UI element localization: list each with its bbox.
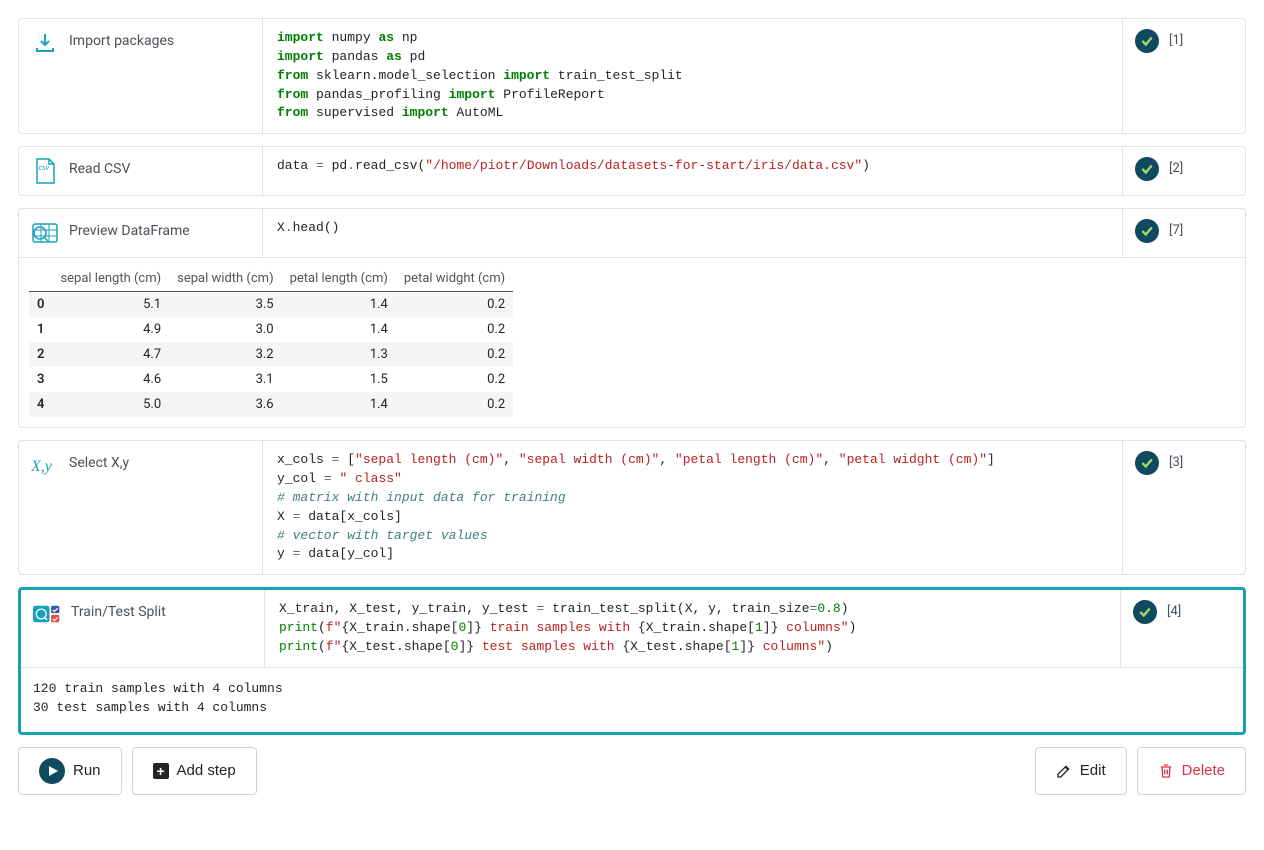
toolbar: Run + Add step Edit Delete <box>18 747 1246 795</box>
cell-title: Preview DataFrame <box>69 219 190 239</box>
add-step-button[interactable]: + Add step <box>132 747 257 795</box>
cell-header: X,y Select X,y <box>19 441 263 574</box>
edit-icon <box>1056 763 1072 779</box>
output-text: 120 train samples with 4 columns 30 test… <box>21 667 1243 732</box>
cell-readcsv[interactable]: csv Read CSV data = pd.read_csv("/home/p… <box>18 146 1246 196</box>
delete-button[interactable]: Delete <box>1137 747 1246 795</box>
plus-icon: + <box>153 763 169 779</box>
cell-import[interactable]: Import packages import numpy as np impor… <box>18 18 1246 134</box>
xy-icon: X,y <box>31 451 59 479</box>
table-row: 45.03.61.40.2 <box>29 392 513 417</box>
table-row: 24.73.21.30.2 <box>29 342 513 367</box>
column-header: petal length (cm) <box>282 266 396 292</box>
code-area[interactable]: data = pd.read_csv("/home/piotr/Download… <box>263 147 1123 195</box>
cell-status: [1] <box>1123 19 1245 133</box>
exec-count: [7] <box>1169 219 1183 238</box>
cell-status: [7] <box>1123 209 1245 257</box>
check-icon <box>1133 600 1157 624</box>
table-row: 34.63.11.50.2 <box>29 367 513 392</box>
cell-block-preview: Preview DataFrame X.head() [7] sepal len… <box>18 208 1246 428</box>
run-button[interactable]: Run <box>18 747 122 795</box>
cell-header: Train/Test Split <box>21 590 265 667</box>
table-row: 14.93.01.40.2 <box>29 317 513 342</box>
cell-title: Read CSV <box>69 157 130 177</box>
check-icon <box>1135 219 1159 243</box>
column-header <box>29 266 52 292</box>
cell-split[interactable]: Train/Test Split X_train, X_test, y_trai… <box>21 590 1243 667</box>
cell-status: [4] <box>1121 590 1243 667</box>
cell-status: [3] <box>1123 441 1245 574</box>
exec-count: [1] <box>1169 29 1183 48</box>
output-dataframe: sepal length (cm)sepal width (cm)petal l… <box>18 258 1246 428</box>
table-row: 05.13.51.40.2 <box>29 292 513 318</box>
dataframe-table: sepal length (cm)sepal width (cm)petal l… <box>29 266 513 417</box>
cell-header: csv Read CSV <box>19 147 263 195</box>
edit-button[interactable]: Edit <box>1035 747 1127 795</box>
exec-count: [2] <box>1169 157 1183 176</box>
column-header: petal widght (cm) <box>396 266 513 292</box>
svg-text:csv: csv <box>39 165 50 172</box>
exec-count: [3] <box>1169 451 1183 470</box>
text-output: 120 train samples with 4 columns 30 test… <box>31 676 1233 722</box>
code-area[interactable]: X.head() <box>263 209 1123 257</box>
check-icon <box>1135 29 1159 53</box>
cell-status: [2] <box>1123 147 1245 195</box>
code-area[interactable]: import numpy as np import pandas as pd f… <box>263 19 1123 133</box>
cell-block-split: Train/Test Split X_train, X_test, y_trai… <box>18 587 1246 734</box>
check-icon <box>1135 157 1159 181</box>
split-icon <box>33 600 61 628</box>
code-area[interactable]: x_cols = ["sepal length (cm)", "sepal wi… <box>263 441 1123 574</box>
exec-count: [4] <box>1167 600 1181 619</box>
cell-header: Import packages <box>19 19 263 133</box>
column-header: sepal width (cm) <box>169 266 281 292</box>
cell-title: Train/Test Split <box>71 600 166 620</box>
cell-header: Preview DataFrame <box>19 209 263 257</box>
csv-icon: csv <box>31 157 59 185</box>
cell-select[interactable]: X,y Select X,y x_cols = ["sepal length (… <box>18 440 1246 575</box>
trash-icon <box>1158 763 1174 779</box>
preview-icon <box>31 219 59 247</box>
cell-title: Select X,y <box>69 451 129 471</box>
svg-text:X,y: X,y <box>31 458 53 475</box>
play-icon <box>39 758 65 784</box>
code-area[interactable]: X_train, X_test, y_train, y_test = train… <box>265 590 1121 667</box>
import-icon <box>31 29 59 57</box>
check-icon <box>1135 451 1159 475</box>
cell-title: Import packages <box>69 29 174 49</box>
column-header: sepal length (cm) <box>52 266 169 292</box>
cell-preview[interactable]: Preview DataFrame X.head() [7] <box>18 208 1246 258</box>
